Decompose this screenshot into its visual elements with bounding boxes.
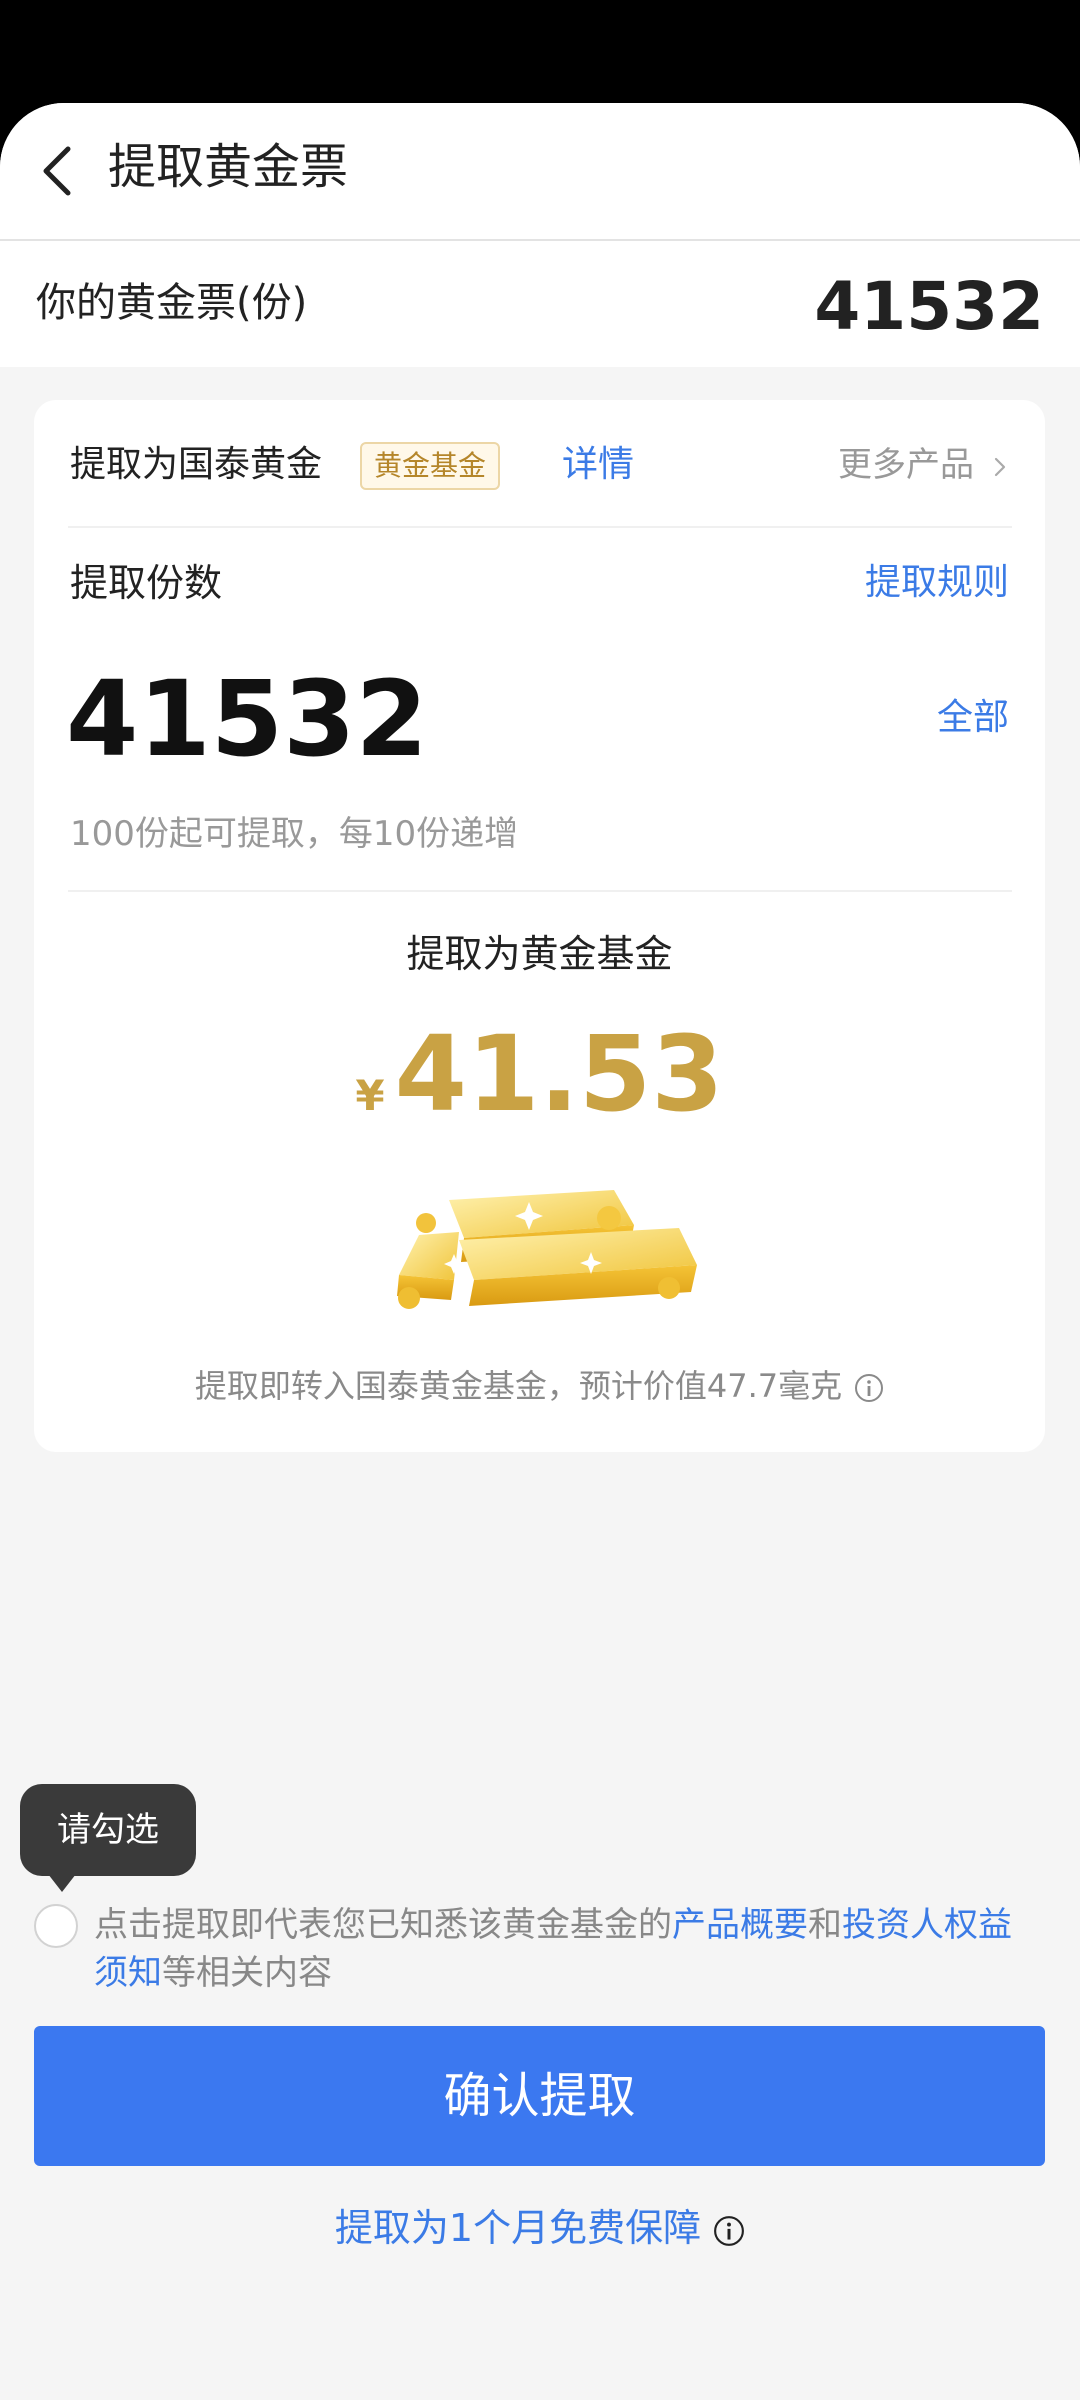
app-screen: 提取黄金票 你的黄金票(份) 41532 提取为国泰黄金 黄金基金 详情 更多产… [0, 103, 1080, 2400]
product-name: 提取为国泰黄金 [70, 444, 323, 485]
withdraw-rules-link[interactable]: 提取规则 [865, 557, 1009, 609]
info-icon[interactable] [854, 1373, 884, 1403]
product-row: 提取为国泰黄金 黄金基金 详情 更多产品 [70, 436, 1010, 496]
divider [68, 526, 1012, 528]
product-type-badge: 黄金基金 [360, 442, 501, 490]
agreement-checkbox[interactable] [34, 1904, 78, 1948]
gold-bars-icon [397, 1190, 697, 1309]
free-protection-link[interactable]: 提取为1个月免费保障 [0, 2200, 1080, 2256]
result-title: 提取为黄金基金 [406, 932, 673, 976]
agreement-text-before: 点击提取即代表您已知悉该黄金基金的 [94, 1905, 672, 1945]
back-chevron-left-icon[interactable] [30, 141, 90, 201]
quantity-input[interactable]: 41532 [66, 659, 428, 779]
withdraw-card: 提取为国泰黄金 黄金基金 详情 更多产品 提取份数 提取规则 41532 全部 … [34, 400, 1045, 1452]
info-icon [714, 2215, 745, 2246]
nav-bar: 提取黄金票 [0, 103, 1080, 241]
agreement-text-mid: 和 [808, 1905, 842, 1945]
result-amount: ¥41.53 [34, 1014, 1045, 1165]
result-note-text: 提取即转入国泰黄金基金，预计价值47.7毫克 [194, 1367, 843, 1405]
quantity-hint: 100份起可提取，每10份递增 [70, 814, 519, 854]
page-title: 提取黄金票 [108, 139, 349, 195]
divider [68, 890, 1012, 892]
currency-symbol: ¥ [355, 1071, 385, 1120]
agreement-text-after: 等相关内容 [162, 1953, 332, 1993]
select-all-link[interactable]: 全部 [937, 693, 1009, 743]
more-products-label: 更多产品 [838, 445, 974, 485]
product-detail-link[interactable]: 详情 [562, 440, 634, 490]
chevron-right-icon [994, 457, 1006, 476]
balance-row: 你的黄金票(份) 41532 [0, 241, 1080, 367]
agreement-text: 点击提取即代表您已知悉该黄金基金的产品概要和投资人权益须知等相关内容 [94, 1901, 1044, 1997]
result-note: 提取即转入国泰黄金基金，预计价值47.7毫克 [34, 1363, 1045, 1409]
confirm-withdraw-button[interactable]: 确认提取 [34, 2026, 1045, 2166]
agree-tooltip: 请勾选 [20, 1784, 196, 1892]
amount-value: 41.53 [394, 1013, 724, 1135]
balance-value: 41532 [814, 268, 1044, 345]
balance-label: 你的黄金票(份) [36, 280, 308, 326]
quantity-label: 提取份数 [70, 561, 223, 605]
free-protection-label: 提取为1个月免费保障 [334, 2206, 702, 2250]
more-products-link[interactable]: 更多产品 [838, 440, 1010, 490]
product-summary-link[interactable]: 产品概要 [672, 1905, 808, 1945]
